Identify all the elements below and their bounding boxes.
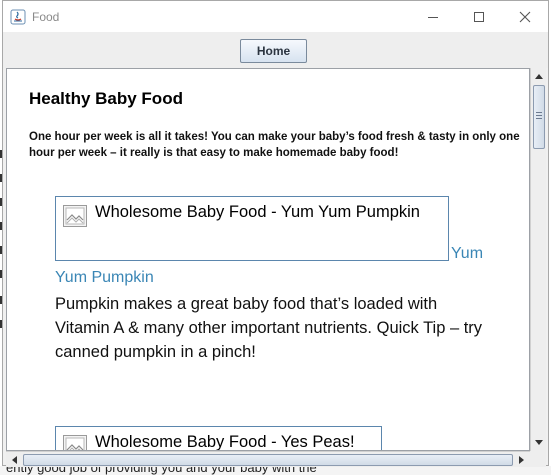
peas-image-placeholder[interactable]: Wholesome Baby Food - Yes Peas! [55, 426, 382, 451]
close-icon [519, 11, 531, 22]
scrollbar-corner [530, 451, 546, 467]
grip-line [536, 115, 542, 116]
broken-image-icon [63, 435, 87, 450]
pumpkin-description: Pumpkin makes a great baby food that’s l… [55, 292, 529, 364]
maximize-button[interactable] [456, 1, 502, 32]
close-button[interactable] [502, 1, 548, 32]
horizontal-scroll-thumb[interactable] [23, 454, 513, 466]
image-alt-text: Wholesome Baby Food - Yes Peas! [95, 433, 355, 451]
scroll-down-button[interactable] [531, 435, 547, 451]
pumpkin-image-placeholder[interactable]: Wholesome Baby Food - Yum Yum Pumpkin [55, 196, 449, 261]
scroll-up-button[interactable] [531, 68, 547, 84]
grip-line [536, 112, 542, 113]
home-button[interactable]: Home [240, 39, 307, 63]
intro-line: hour per week – it really is that easy t… [29, 147, 399, 159]
description-line: Vitamin A & many other important nutrien… [55, 319, 483, 337]
toolbar: Home [3, 32, 548, 68]
vertical-scrollbar[interactable] [530, 68, 546, 451]
arrow-up-icon [535, 74, 543, 79]
minimize-icon [428, 16, 438, 18]
arrow-left-icon [12, 456, 17, 464]
minimize-button[interactable] [410, 1, 456, 32]
title-bar[interactable]: Food [3, 1, 548, 32]
arrow-right-icon [519, 456, 524, 464]
broken-image-icon [63, 205, 87, 227]
page-title: Healthy Baby Food [29, 89, 183, 108]
pumpkin-link-continued[interactable]: Yum Pumpkin [55, 269, 154, 287]
food-window: Food Home Healthy Baby Food One hour per… [2, 0, 549, 467]
scroll-right-button[interactable] [514, 452, 530, 468]
description-line: canned pumpkin in a pinch! [55, 343, 256, 361]
horizontal-scrollbar[interactable] [6, 451, 530, 467]
grip-line [536, 118, 542, 119]
maximize-icon [474, 11, 484, 22]
background-window-text: ently good job of providing you and your… [0, 466, 551, 475]
pumpkin-link[interactable]: Yum [451, 245, 483, 263]
intro-paragraph: One hour per week is all it takes! You c… [29, 129, 529, 161]
vertical-scroll-thumb[interactable] [533, 85, 545, 149]
description-line: Pumpkin makes a great baby food that’s l… [55, 295, 438, 313]
window-title: Food [32, 10, 60, 24]
html-content-pane[interactable]: Healthy Baby Food One hour per week is a… [6, 68, 530, 451]
java-app-icon [10, 9, 26, 25]
scroll-left-button[interactable] [6, 452, 22, 468]
arrow-down-icon [535, 440, 543, 445]
intro-line: One hour per week is all it takes! You c… [29, 131, 520, 143]
image-alt-text: Wholesome Baby Food - Yum Yum Pumpkin [95, 203, 420, 221]
